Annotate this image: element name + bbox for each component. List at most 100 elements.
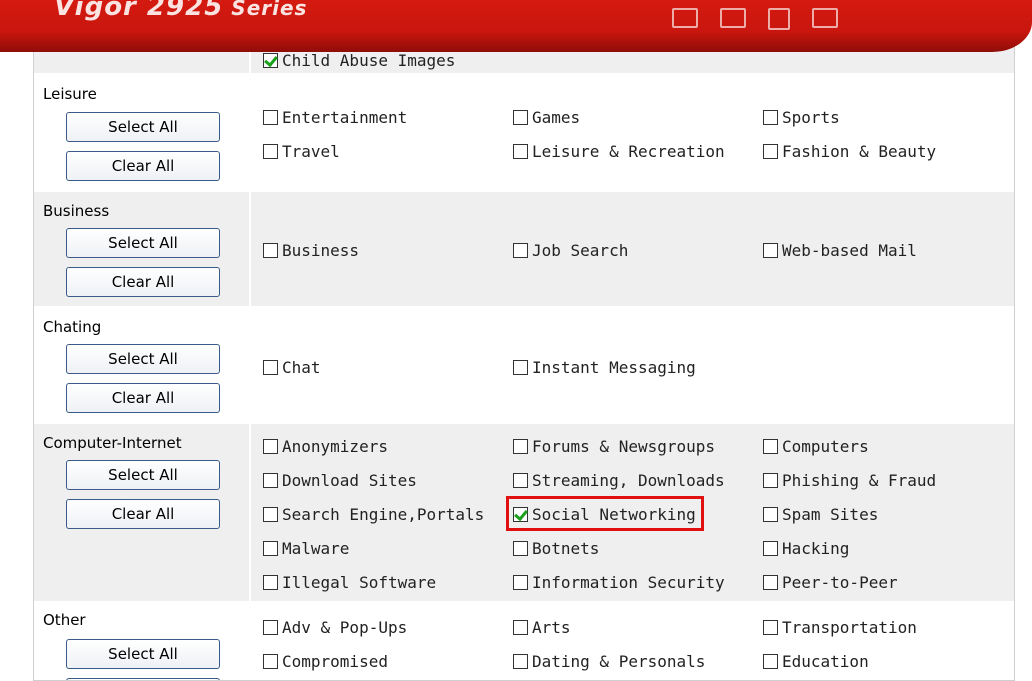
checkbox-streaming-downloads[interactable]: Streaming, Downloads (513, 468, 725, 492)
checkbox-search-engine-portals[interactable]: Search Engine,Portals (263, 502, 484, 526)
checkbox-icon[interactable] (513, 143, 528, 159)
checkbox-icon[interactable] (513, 109, 528, 125)
clear-all-button[interactable]: Clear All (66, 499, 220, 529)
checkbox-spam-sites[interactable]: Spam Sites (763, 502, 878, 526)
checkbox-botnets[interactable]: Botnets (513, 536, 599, 560)
checkbox-transportation[interactable]: Transportation (763, 615, 917, 639)
checkbox-icon[interactable] (763, 472, 778, 488)
checkbox-adv-pop-ups[interactable]: Adv & Pop-Ups (263, 615, 407, 639)
select-all-button[interactable]: Select All (66, 228, 220, 258)
checkbox-label: Fashion & Beauty (782, 141, 937, 161)
checkbox-icon[interactable] (263, 619, 278, 635)
checkbox-icon[interactable] (513, 574, 528, 590)
checkbox-peer-to-peer[interactable]: Peer-to-Peer (763, 570, 898, 594)
select-all-button[interactable]: Select All (66, 344, 220, 374)
checkbox-forums-newsgroups[interactable]: Forums & Newsgroups (513, 434, 715, 458)
checkbox-chat[interactable]: Chat (263, 355, 321, 379)
checkbox-travel[interactable]: Travel (263, 139, 340, 163)
checkbox-hacking[interactable]: Hacking (763, 536, 849, 560)
checkbox-leisure-recreation[interactable]: Leisure & Recreation (513, 139, 725, 163)
checkbox-label: Education (782, 651, 869, 671)
checkbox-label: Entertainment (282, 107, 408, 127)
checkbox-malware[interactable]: Malware (263, 536, 349, 560)
logout-icon[interactable] (812, 8, 838, 28)
checkbox-icon[interactable] (263, 242, 278, 258)
checkbox-icon[interactable] (263, 653, 278, 669)
checkbox-icon[interactable] (263, 438, 278, 454)
checkbox-job-search[interactable]: Job Search (513, 238, 628, 262)
checkbox-label: Compromised (282, 651, 388, 671)
select-all-button[interactable]: Select All (66, 460, 220, 490)
banner-icons (672, 8, 838, 30)
select-all-button[interactable]: Select All (66, 639, 220, 669)
checkbox-icon[interactable] (513, 438, 528, 454)
checkbox-label: Malware (282, 538, 350, 558)
checkbox-icon[interactable] (513, 619, 528, 635)
checkbox-fashion-beauty[interactable]: Fashion & Beauty (763, 139, 936, 163)
checkbox-icon[interactable] (513, 540, 528, 556)
checkbox-label: Web-based Mail (782, 240, 917, 260)
checkbox-computers[interactable]: Computers (763, 434, 869, 458)
checkbox-icon[interactable] (263, 506, 278, 522)
checkbox-information-security[interactable]: Information Security (513, 570, 725, 594)
category-row-computer-internet: Computer-Internet Select All Clear All A… (34, 424, 1014, 601)
checkbox-entertainment[interactable]: Entertainment (263, 105, 407, 129)
category-row-chating: Chating Select All Clear All Chat Instan… (34, 308, 1014, 422)
highlight-box (506, 496, 704, 531)
clear-all-button[interactable]: Clear All (66, 151, 220, 181)
checkbox-label: Chat (282, 357, 321, 377)
checkbox-games[interactable]: Games (513, 105, 580, 129)
home-icon[interactable] (672, 8, 698, 28)
checkbox-icon[interactable] (763, 619, 778, 635)
checkbox-arts[interactable]: Arts (513, 615, 571, 639)
document-icon[interactable] (768, 8, 790, 30)
checkbox-download-sites[interactable]: Download Sites (263, 468, 417, 492)
clear-all-button[interactable]: Clear All (66, 267, 220, 297)
grid-icon[interactable] (720, 8, 746, 28)
checkbox-icon[interactable] (263, 109, 278, 125)
checkbox-icon[interactable] (263, 574, 278, 590)
category-title: Leisure (43, 85, 97, 103)
checkbox-dating-personals[interactable]: Dating & Personals (513, 649, 705, 673)
checkbox-label: Dating & Personals (532, 651, 706, 671)
checkbox-icon[interactable] (763, 438, 778, 454)
checkbox-icon[interactable] (763, 506, 778, 522)
checkbox-label: Forums & Newsgroups (532, 436, 716, 456)
checkbox-business[interactable]: Business (263, 238, 359, 262)
checkbox-instant-messaging[interactable]: Instant Messaging (513, 355, 696, 379)
clear-all-button[interactable]: Clear All (66, 383, 220, 413)
checkbox-sports[interactable]: Sports (763, 105, 840, 129)
checkbox-icon[interactable] (513, 242, 528, 258)
checkbox-anonymizers[interactable]: Anonymizers (263, 434, 388, 458)
checkbox-icon[interactable] (763, 242, 778, 258)
checkbox-label: Business (282, 240, 360, 260)
checkbox-icon[interactable] (763, 540, 778, 556)
checkbox-label: Hacking (782, 538, 850, 558)
checkbox-web-based-mail[interactable]: Web-based Mail (763, 238, 917, 262)
checkbox-label: Information Security (532, 572, 725, 592)
checkbox-icon[interactable] (263, 472, 278, 488)
category-row-leisure: Leisure Select All Clear All Entertainme… (34, 75, 1014, 190)
checkbox-icon[interactable] (263, 359, 278, 375)
category-title: Other (43, 611, 86, 629)
product-name: Vigor 2925 (54, 0, 224, 22)
checkbox-icon[interactable] (763, 143, 778, 159)
checkbox-compromised[interactable]: Compromised (263, 649, 388, 673)
checkbox-label: Child Abuse Images (282, 50, 456, 70)
checkbox-icon[interactable] (513, 653, 528, 669)
checkbox-icon[interactable] (763, 574, 778, 590)
checkbox-icon[interactable] (263, 52, 278, 68)
checkbox-icon[interactable] (763, 109, 778, 125)
checkbox-icon[interactable] (263, 540, 278, 556)
checkbox-icon[interactable] (513, 472, 528, 488)
select-all-button[interactable]: Select All (66, 112, 220, 142)
checkbox-illegal-software[interactable]: Illegal Software (263, 570, 436, 594)
checkbox-icon[interactable] (263, 143, 278, 159)
checkbox-label: Transportation (782, 617, 917, 637)
checkbox-label: Illegal Software (282, 572, 437, 592)
checkbox-label: Download Sites (282, 470, 417, 490)
checkbox-icon[interactable] (513, 359, 528, 375)
checkbox-icon[interactable] (763, 653, 778, 669)
checkbox-phishing-fraud[interactable]: Phishing & Fraud (763, 468, 936, 492)
checkbox-education[interactable]: Education (763, 649, 869, 673)
